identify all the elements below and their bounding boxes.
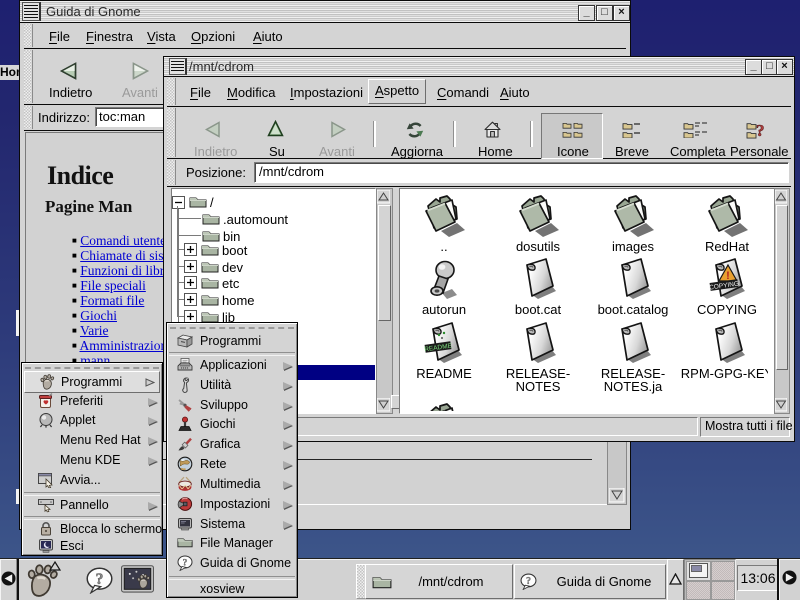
svg-text:?: ?	[756, 121, 765, 139]
svg-text:!: !	[726, 270, 730, 282]
